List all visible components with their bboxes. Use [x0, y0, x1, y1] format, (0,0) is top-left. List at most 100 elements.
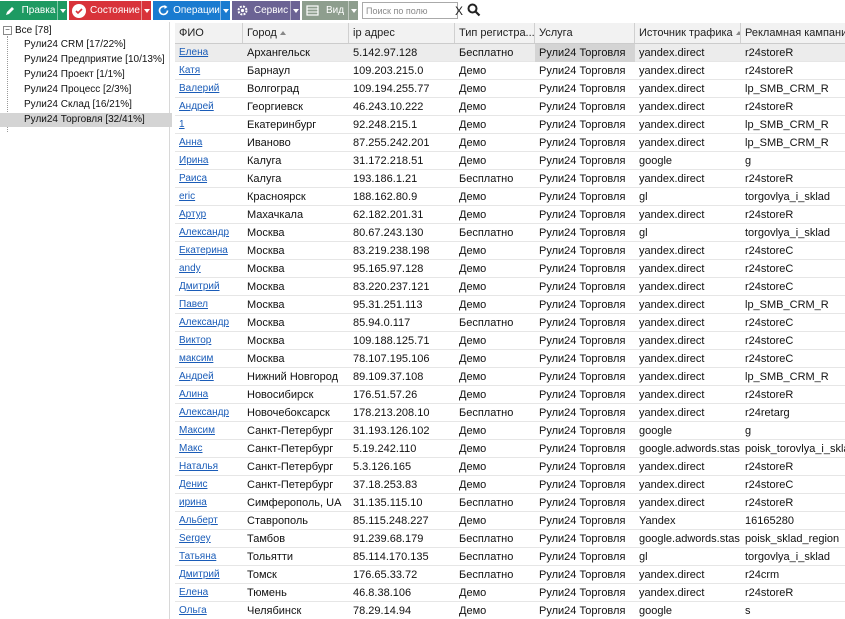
col-fio-header[interactable]: ФИО: [175, 23, 243, 43]
table-row[interactable]: Катя Барнаул 109.203.215.0 Демо Рули24 Торго…: [175, 62, 845, 80]
fio-link[interactable]: Андрей: [175, 368, 243, 386]
fio-link[interactable]: Александр: [175, 314, 243, 332]
fio-link[interactable]: Альберт: [175, 512, 243, 530]
table-row[interactable]: Раиса Калуга 193.186.1.21 Бесплатно Рули24 Т…: [175, 170, 845, 188]
table-row[interactable]: Sergey Тамбов 91.239.68.179 Бесплатно Рули24…: [175, 530, 845, 548]
operations-menu-button[interactable]: Операции: [153, 1, 230, 20]
table-row[interactable]: Елена Тюмень 46.8.38.106 Демо Рули24 Торговл…: [175, 584, 845, 602]
col-campaign-cell: lp_SMB_CRM_R: [745, 83, 829, 95]
table-row[interactable]: Ирина Калуга 31.172.218.51 Демо Рули24 Торго…: [175, 152, 845, 170]
col-campaign-cell: r24storeC: [745, 317, 794, 329]
col-traffic-source-header[interactable]: Источник трафика: [635, 23, 741, 43]
fio-link[interactable]: Ирина: [175, 152, 243, 170]
col-traffic-source-cell: yandex.direct: [639, 173, 705, 185]
col-city-header[interactable]: Город: [243, 23, 349, 43]
fio-link[interactable]: ирина: [175, 494, 243, 512]
tree-item[interactable]: Рули24 Торговля [32/41%]: [0, 113, 172, 127]
fio-link[interactable]: Анна: [175, 134, 243, 152]
table-row[interactable]: Екатерина Москва 83.219.238.198 Демо Рули24 …: [175, 242, 845, 260]
table-row[interactable]: Наталья Санкт-Петербург 5.3.126.165 Демо Рул…: [175, 458, 845, 476]
table-row[interactable]: Андрей Георгиевск 46.243.10.222 Демо Рули24 …: [175, 98, 845, 116]
col-service-cell: Рули24 Торговля: [539, 443, 626, 455]
col-campaign-header[interactable]: Рекламная кампания: [741, 23, 845, 43]
tree-panel: − Все [78] Рули24 CRM [17/22%] Рули24 Пре…: [0, 22, 172, 619]
table-row[interactable]: Татьяна Тольятти 85.114.170.135 Бесплатно Ру…: [175, 548, 845, 566]
fio-link[interactable]: Ольга: [175, 602, 243, 619]
fio-link[interactable]: Андрей: [175, 98, 243, 116]
fio-link[interactable]: Максим: [175, 422, 243, 440]
fio-link[interactable]: Дмитрий: [175, 278, 243, 296]
fio-link[interactable]: Дмитрий: [175, 566, 243, 584]
table-row[interactable]: Виктор Москва 109.188.125.71 Демо Рули24 Тор…: [175, 332, 845, 350]
col-ip-cell: 31.172.218.51: [353, 155, 424, 167]
fio-link[interactable]: Раиса: [175, 170, 243, 188]
edit-menu-button[interactable]: Правка: [0, 1, 67, 20]
table-row[interactable]: Александр Москва 80.67.243.130 Бесплатно Рул…: [175, 224, 845, 242]
table-row[interactable]: Алина Новосибирск 176.51.57.26 Демо Рули24 Т…: [175, 386, 845, 404]
fio-link[interactable]: Виктор: [175, 332, 243, 350]
table-row[interactable]: Елена Архангельск 5.142.97.128 Бесплатно Рул…: [175, 44, 845, 62]
view-menu-button[interactable]: Вид: [302, 1, 358, 20]
table-row[interactable]: Павел Москва 95.31.251.113 Демо Рули24 Торго…: [175, 296, 845, 314]
status-menu-button[interactable]: Состояние: [69, 1, 151, 20]
fio-link[interactable]: Татьяна: [175, 548, 243, 566]
table-row[interactable]: Денис Санкт-Петербург 37.18.253.83 Демо Рули…: [175, 476, 845, 494]
table-row[interactable]: Александр Новочебоксарск 178.213.208.10 Бес…: [175, 404, 845, 422]
header-label: Источник трафика: [639, 27, 733, 39]
fio-link[interactable]: Екатерина: [175, 242, 243, 260]
tree-item[interactable]: Рули24 Процесс [2/3%]: [24, 83, 134, 97]
col-ip-header[interactable]: ip адрес: [349, 23, 455, 43]
table-row[interactable]: Альберт Ставрополь 85.115.248.227 Демо Рули2…: [175, 512, 845, 530]
col-service-header[interactable]: Услуга: [535, 23, 635, 43]
fio-link[interactable]: Елена: [175, 44, 243, 62]
table-row[interactable]: eric Красноярск 188.162.80.9 Демо Рули24 Тор…: [175, 188, 845, 206]
table-row[interactable]: Артур Махачкала 62.182.201.31 Демо Рули24 То…: [175, 206, 845, 224]
clear-search-button[interactable]: X: [455, 4, 463, 18]
search-icon[interactable]: [467, 3, 481, 20]
fio-link[interactable]: Валерий: [175, 80, 243, 98]
table-row[interactable]: Дмитрий Томск 176.65.33.72 Бесплатно Рули24 …: [175, 566, 845, 584]
fio-link[interactable]: Денис: [175, 476, 243, 494]
fio-link[interactable]: 1: [175, 116, 243, 134]
table-row[interactable]: Андрей Нижний Новгород 89.109.37.108 Демо Ру…: [175, 368, 845, 386]
table-row[interactable]: Максим Санкт-Петербург 31.193.126.102 Демо Р…: [175, 422, 845, 440]
fio-link[interactable]: eric: [175, 188, 243, 206]
service-menu-button[interactable]: Сервис: [232, 1, 300, 20]
tree-item[interactable]: Рули24 Проект [1/1%]: [24, 68, 128, 82]
fio-link[interactable]: Александр: [175, 224, 243, 242]
col-traffic-source-cell: yandex.direct: [639, 83, 705, 95]
table-row[interactable]: andy Москва 95.165.97.128 Демо Рули24 Торгов…: [175, 260, 845, 278]
fio-link[interactable]: Алина: [175, 386, 243, 404]
fio-link[interactable]: Александр: [175, 404, 243, 422]
fio-link[interactable]: максим: [175, 350, 243, 368]
fio-link[interactable]: Павел: [175, 296, 243, 314]
fio-link[interactable]: Катя: [175, 62, 243, 80]
table-row[interactable]: Анна Иваново 87.255.242.201 Демо Рули24 Торг…: [175, 134, 845, 152]
table-row[interactable]: ирина Симферополь, UA 31.135.115.10 Бесплат…: [175, 494, 845, 512]
table-row[interactable]: Дмитрий Москва 83.220.237.121 Демо Рули24 То…: [175, 278, 845, 296]
table-row[interactable]: максим Москва 78.107.195.106 Демо Рули24 Тор…: [175, 350, 845, 368]
table-row[interactable]: Макс Санкт-Петербург 5.19.242.110 Демо Рули2…: [175, 440, 845, 458]
col-reg-type-cell: Демо: [459, 425, 487, 437]
col-reg-type-cell: Бесплатно: [459, 317, 514, 329]
col-reg-type-header[interactable]: Тип регистра...: [455, 23, 535, 43]
tree-item[interactable]: Рули24 Склад [16/21%]: [24, 98, 135, 112]
collapse-icon[interactable]: −: [3, 26, 12, 35]
fio-link[interactable]: Артур: [175, 206, 243, 224]
col-traffic-source-cell: yandex.direct: [639, 389, 705, 401]
fio-link[interactable]: Елена: [175, 584, 243, 602]
tree-item[interactable]: Рули24 CRM [17/22%]: [24, 38, 129, 52]
header-label: Услуга: [539, 27, 573, 39]
tree-root[interactable]: − Все [78]: [3, 24, 52, 37]
table-row[interactable]: Александр Москва 85.94.0.117 Бесплатно Рули2…: [175, 314, 845, 332]
fio-link[interactable]: Наталья: [175, 458, 243, 476]
fio-link[interactable]: andy: [175, 260, 243, 278]
search-input[interactable]: [362, 2, 458, 19]
table-row[interactable]: 1 Екатеринбург 92.248.215.1 Демо Рули24 Торг…: [175, 116, 845, 134]
table-row[interactable]: Ольга Челябинск 78.29.14.94 Демо Рули24 Торг…: [175, 602, 845, 619]
fio-link[interactable]: Sergey: [175, 530, 243, 548]
table-row[interactable]: Валерий Волгоград 109.194.255.77 Демо Рули24…: [175, 80, 845, 98]
tree-item[interactable]: Рули24 Предприятие [10/13%]: [24, 53, 168, 67]
fio-link[interactable]: Макс: [175, 440, 243, 458]
col-ip-cell: 31.193.126.102: [353, 425, 430, 437]
